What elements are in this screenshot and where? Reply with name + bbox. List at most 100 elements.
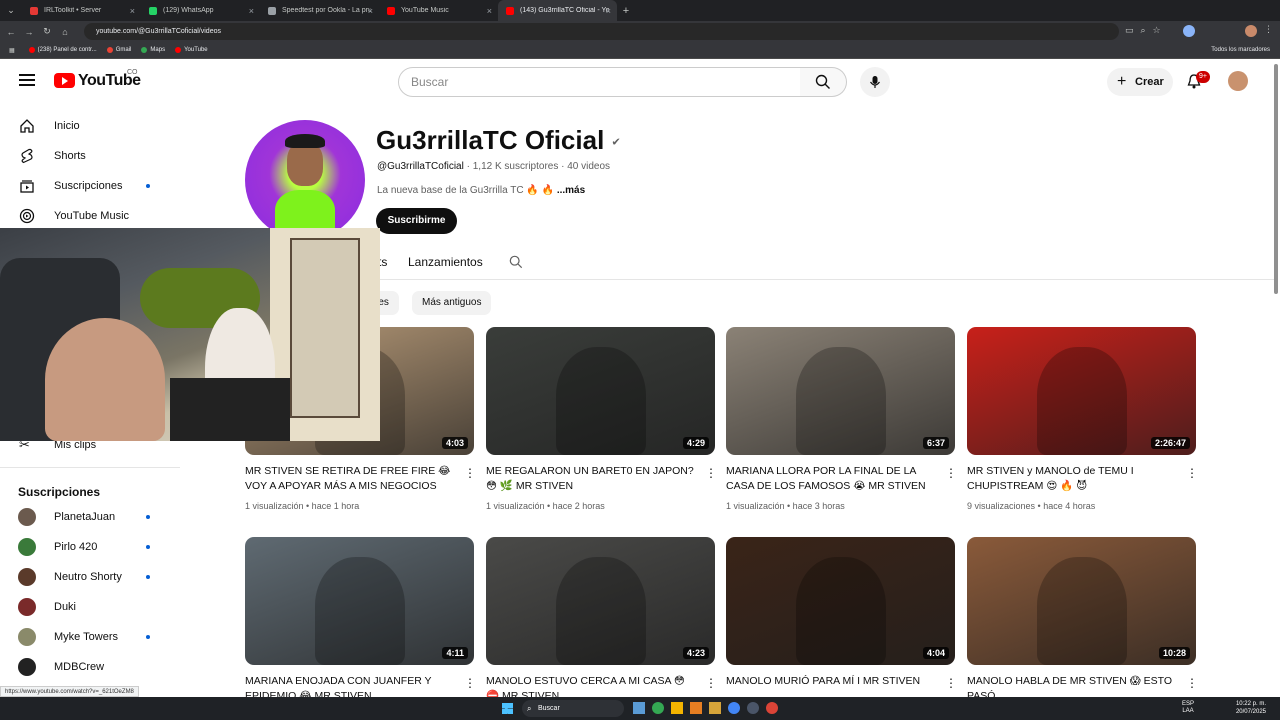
browser-tab[interactable]: Speedtest por Ookla - La pruel × — [260, 0, 379, 21]
video-meta: 9 visualizaciones • hace 4 horas — [967, 501, 1096, 511]
apps-icon[interactable]: ▦ — [9, 47, 15, 54]
subscription-item[interactable]: Neutro Shorty — [0, 562, 180, 592]
browser-address-bar: ← → ↻ ⌂ youtube.com/@Gu3rrillaTCoficial/… — [0, 21, 1280, 42]
subscribe-button[interactable]: Suscribirme — [376, 208, 457, 234]
more-link[interactable]: ...más — [557, 185, 585, 196]
video-thumbnail[interactable]: 4:11 — [245, 537, 474, 665]
sidebar-divider — [0, 467, 180, 468]
menu-icon[interactable] — [19, 74, 35, 76]
tab-releases[interactable]: Lanzamientos — [408, 255, 483, 269]
status-url: https://www.youtube.com/watch?v=_621tOeZ… — [0, 686, 139, 697]
subscription-label: Myke Towers — [54, 631, 118, 643]
sidebar-item-suscripciones[interactable]: Suscripciones — [0, 171, 180, 201]
video-menu-icon[interactable]: ⋮ — [464, 676, 476, 690]
close-tab-icon[interactable]: × — [249, 6, 254, 16]
video-menu-icon[interactable]: ⋮ — [705, 466, 717, 480]
verified-icon: ✔ — [611, 136, 621, 149]
search-button[interactable] — [800, 67, 847, 97]
video-menu-icon[interactable]: ⋮ — [1186, 466, 1198, 480]
clock-time: 10:22 p. m. — [1235, 701, 1266, 707]
taskbar-search-label: Buscar — [538, 705, 560, 712]
browser-tab[interactable]: (143) Gu3rrillaTC Oficial - YouTu× — [498, 0, 617, 21]
voice-search-button[interactable] — [860, 67, 890, 97]
chip-oldest[interactable]: Más antiguos — [412, 291, 492, 315]
reload-icon[interactable]: ↻ — [38, 26, 56, 37]
home-nav-icon[interactable]: ⌂ — [56, 27, 74, 37]
video-title[interactable]: MR STIVEN y MANOLO de TEMU I CHUPISTREAM… — [967, 464, 1177, 494]
channel-title: Gu3rrillaTC Oficial ✔ — [376, 125, 621, 156]
subscription-avatar — [18, 628, 36, 646]
tab-favicon-icon — [268, 6, 276, 15]
browser-tab[interactable]: (129) WhatsApp × — [141, 0, 260, 21]
clock[interactable]: 10:22 p. m. 20/07/2025 — [1222, 700, 1266, 716]
video-menu-icon[interactable]: ⋮ — [464, 466, 476, 480]
tab-label: YouTube Music — [401, 7, 449, 14]
windows-start-icon[interactable] — [502, 703, 513, 714]
all-bookmarks[interactable]: Todos los marcadores — [1211, 47, 1270, 53]
close-tab-icon[interactable]: × — [368, 6, 373, 16]
bookmark-item[interactable]: Gmail — [106, 47, 131, 53]
video-duration: 2:26:47 — [1150, 437, 1190, 449]
tab-search-icon[interactable]: ⌄ — [0, 5, 22, 16]
tab-label: (143) Gu3rrillaTC Oficial - YouTu — [520, 7, 609, 14]
sidebar-item-label: Inicio — [54, 120, 80, 132]
bookmark-item[interactable]: Maps — [141, 47, 165, 53]
search-input[interactable]: Buscar — [398, 67, 801, 97]
video-thumbnail[interactable]: 4:04 — [726, 537, 955, 665]
browser-tab[interactable]: YouTube Music × — [379, 0, 498, 21]
browser-tab[interactable]: IRLToolkit • Server × — [22, 0, 141, 21]
subscription-label: Duki — [54, 601, 77, 613]
channel-description[interactable]: La nueva base de la Gu3rrilla TC 🔥 🔥 ...… — [377, 185, 585, 196]
forward-icon[interactable]: → — [20, 27, 38, 37]
browser-toolbar-icons[interactable]: ▭⌕☆ — [1125, 25, 1168, 36]
channel-name: Gu3rrillaTC Oficial — [376, 125, 605, 155]
new-tab-button[interactable]: + — [617, 5, 635, 17]
close-tab-icon[interactable]: × — [130, 6, 135, 16]
video-thumbnail[interactable]: 10:28 — [967, 537, 1196, 665]
video-menu-icon[interactable]: ⋮ — [705, 676, 717, 690]
close-tab-icon[interactable]: × — [606, 6, 611, 16]
bookmark-item[interactable]: YouTube — [175, 47, 208, 53]
browser-menu-icon[interactable]: ⋮ — [1264, 24, 1273, 35]
video-meta: 1 visualización • hace 2 horas — [486, 501, 605, 511]
user-avatar[interactable] — [1228, 71, 1248, 91]
language-indicator[interactable]: ESP LAA — [1178, 701, 1198, 715]
video-thumbnail[interactable]: 4:23 — [486, 537, 715, 665]
youtube-logo-icon[interactable] — [54, 73, 75, 88]
sidebar-item-youtube-music[interactable]: YouTube Music — [0, 201, 180, 231]
youtube-header: YouTube CO Buscar + Crear 9+ — [0, 60, 1280, 104]
new-content-dot — [146, 545, 150, 549]
extension-icon[interactable] — [1183, 25, 1195, 37]
subscription-item[interactable]: Myke Towers — [0, 622, 180, 652]
video-thumbnail[interactable]: 6:37 — [726, 327, 955, 455]
profile-avatar[interactable] — [1245, 25, 1257, 37]
create-button[interactable]: + Crear — [1107, 68, 1173, 96]
video-title[interactable]: MANOLO MURIÓ PARA MÍ I MR STIVEN — [726, 674, 936, 689]
subscription-item[interactable]: Duki — [0, 592, 180, 622]
subscriptions-heading: Suscripciones — [18, 485, 101, 499]
video-thumbnail[interactable]: 2:26:47 — [967, 327, 1196, 455]
video-title[interactable]: MARIANA LLORA POR LA FINAL DE LA CASA DE… — [726, 464, 936, 494]
taskbar-apps[interactable] — [633, 702, 778, 714]
back-icon[interactable]: ← — [2, 27, 20, 37]
sidebar-item-shorts[interactable]: Shorts — [0, 141, 180, 171]
channel-search-icon[interactable] — [509, 255, 523, 269]
channel-avatar[interactable] — [245, 120, 365, 240]
url-field[interactable]: youtube.com/@Gu3rrillaTCoficial/videos — [84, 23, 1119, 40]
video-menu-icon[interactable]: ⋮ — [945, 676, 957, 690]
taskbar-search[interactable]: ⌕ Buscar — [522, 700, 624, 717]
video-title[interactable]: ME REGALARON UN BARET0 EN JAPON?😳 🌿 MR S… — [486, 464, 696, 494]
subscription-item[interactable]: PlanetaJuan — [0, 502, 180, 532]
close-tab-icon[interactable]: × — [487, 6, 492, 16]
subscription-avatar — [18, 658, 36, 676]
video-title[interactable]: MR STIVEN SE RETIRA DE FREE FIRE 😂 VOY A… — [245, 464, 455, 494]
scrollbar[interactable] — [1274, 64, 1278, 294]
subscription-item[interactable]: Pirlo 420 — [0, 532, 180, 562]
video-duration: 4:29 — [682, 437, 709, 449]
video-menu-icon[interactable]: ⋮ — [945, 466, 957, 480]
video-menu-icon[interactable]: ⋮ — [1186, 676, 1198, 690]
sidebar-item-inicio[interactable]: Inicio — [0, 111, 180, 141]
bookmark-item[interactable]: (238) Panel de contr... — [28, 47, 97, 53]
subscription-item[interactable]: MDBCrew — [0, 652, 180, 682]
video-thumbnail[interactable]: 4:29 — [486, 327, 715, 455]
